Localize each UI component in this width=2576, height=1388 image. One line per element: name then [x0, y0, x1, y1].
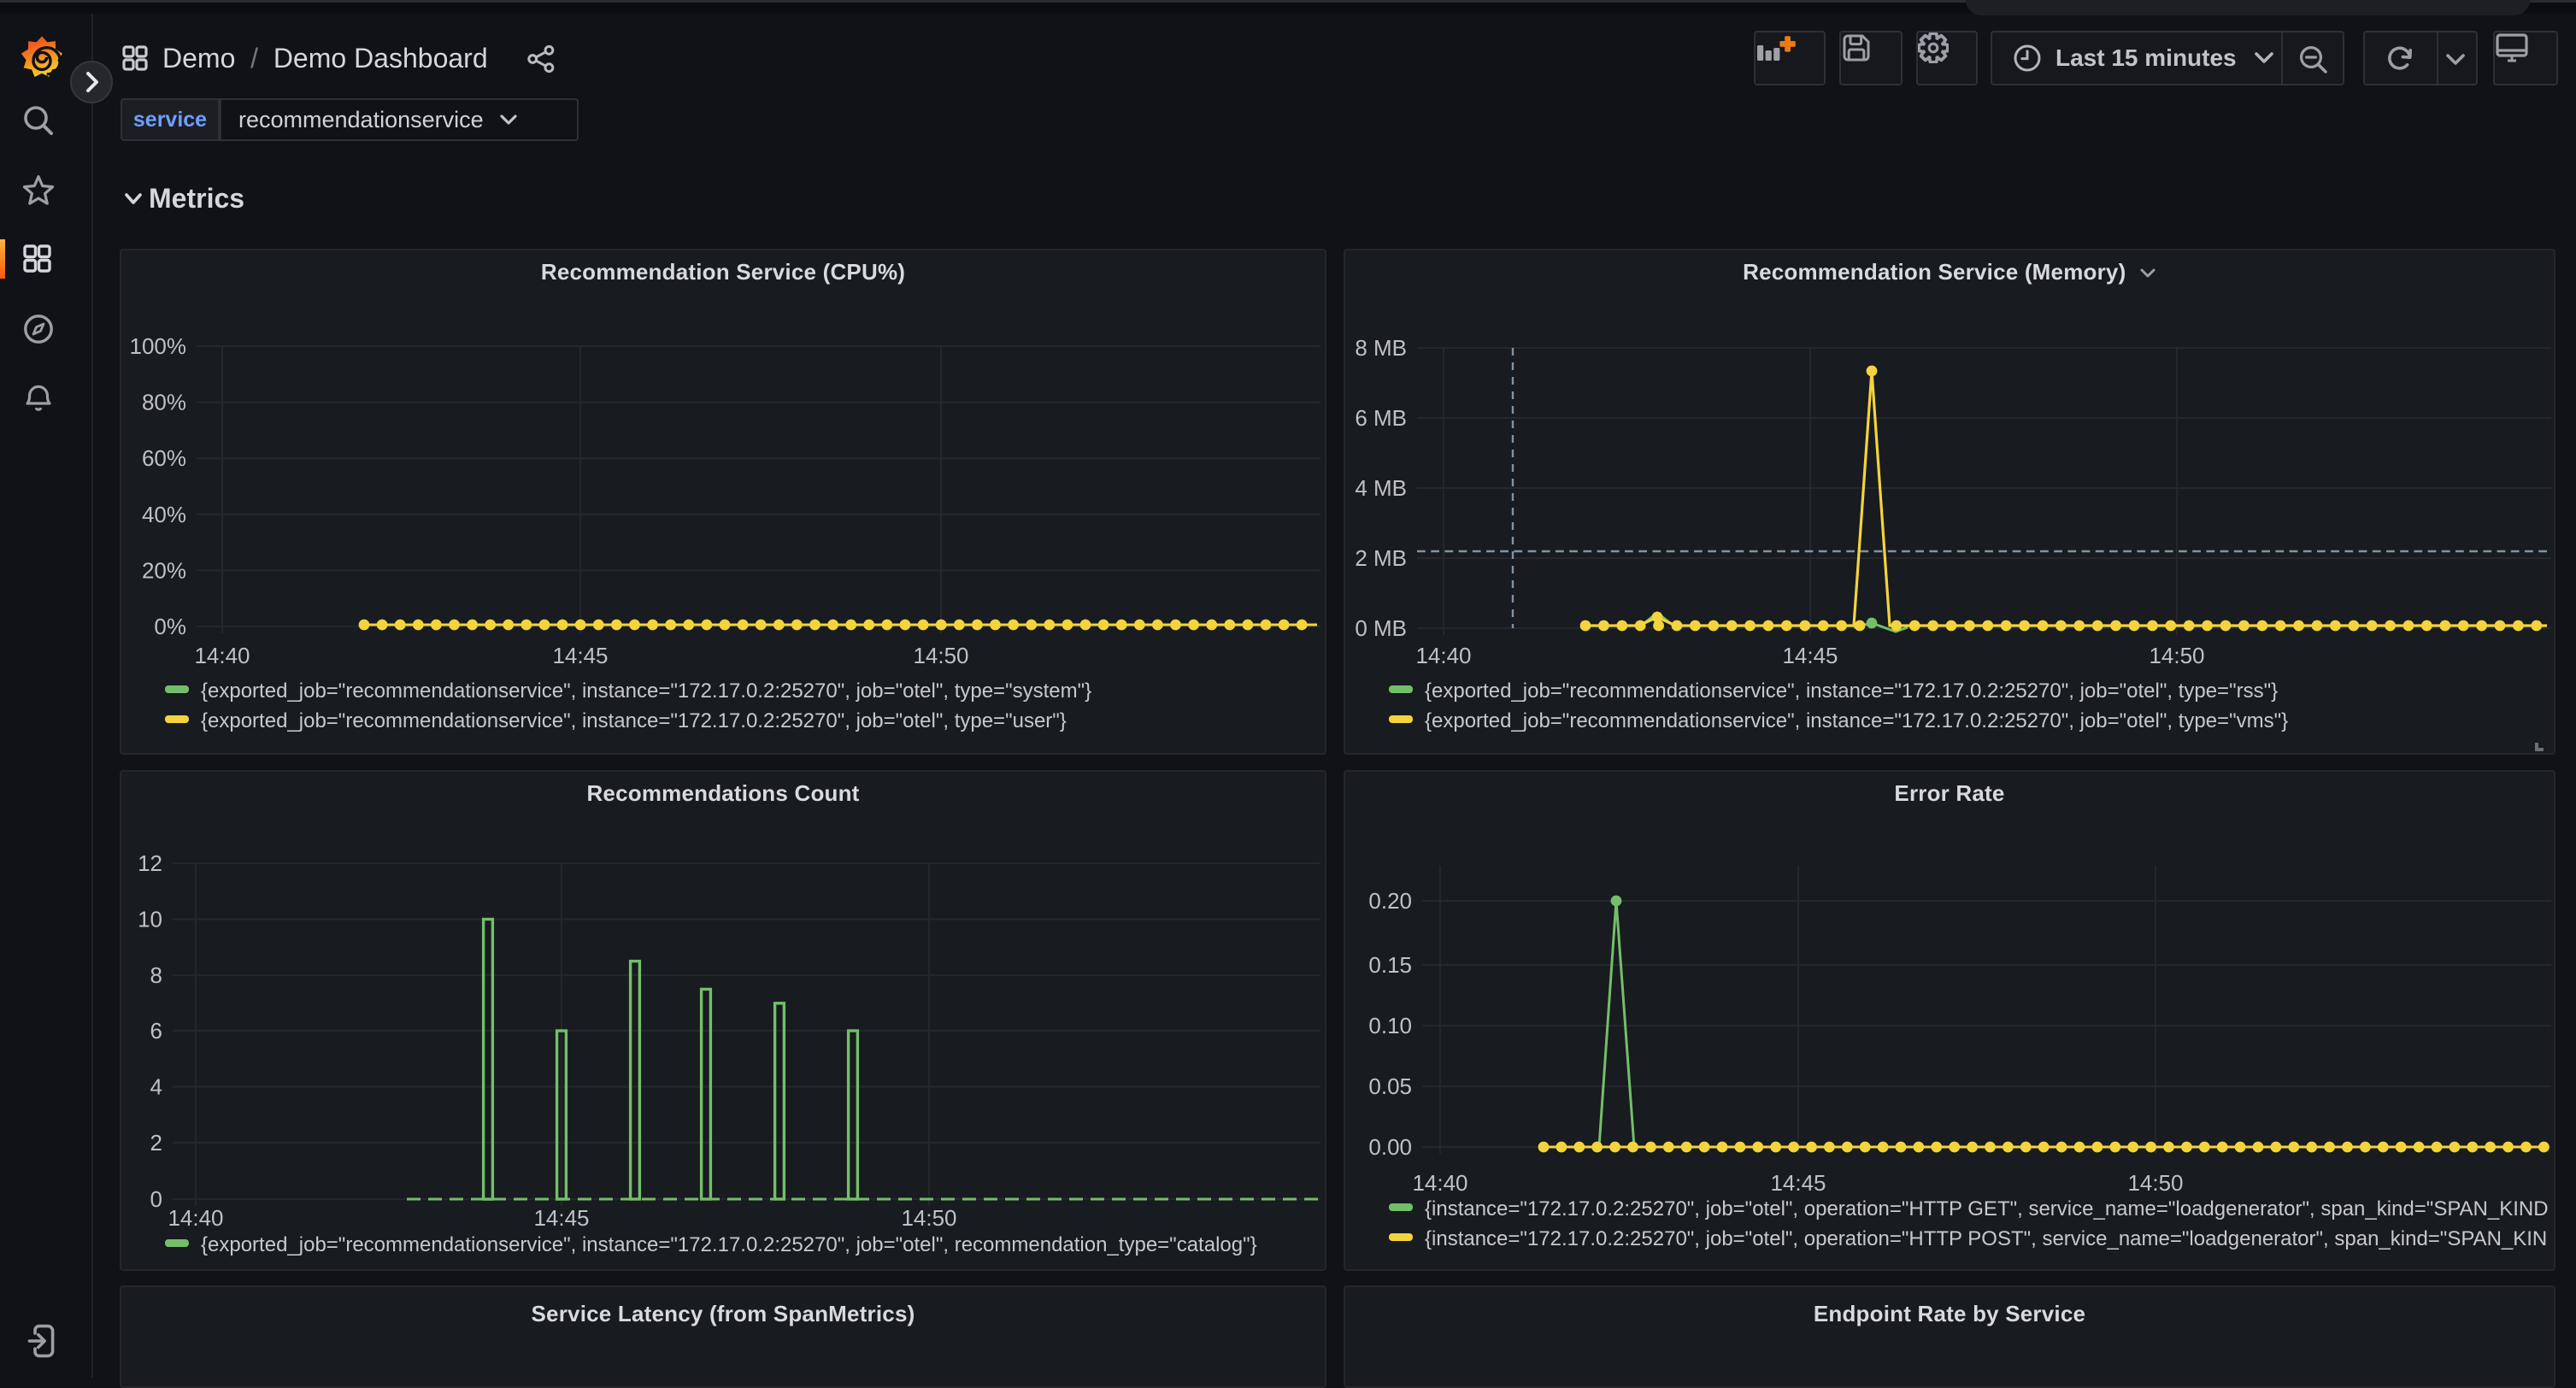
svg-text:0.05: 0.05	[1368, 1073, 1412, 1099]
svg-text:0.15: 0.15	[1368, 952, 1412, 978]
svg-text:14:45: 14:45	[533, 1205, 589, 1231]
svg-text:100%: 100%	[130, 333, 187, 359]
svg-text:20%: 20%	[142, 557, 186, 583]
svg-text:6 MB: 6 MB	[1355, 405, 1407, 431]
svg-text:0 MB: 0 MB	[1355, 615, 1407, 641]
svg-text:14:50: 14:50	[2127, 1170, 2183, 1196]
svg-text:14:50: 14:50	[2149, 643, 2204, 668]
svg-text:0.20: 0.20	[1368, 888, 1412, 914]
svg-text:14:40: 14:40	[1415, 643, 1471, 668]
svg-text:12: 12	[138, 850, 162, 876]
svg-text:14:45: 14:45	[1770, 1170, 1826, 1196]
svg-text:2 MB: 2 MB	[1355, 545, 1407, 571]
svg-text:4: 4	[150, 1074, 162, 1100]
svg-text:14:45: 14:45	[552, 643, 608, 668]
svg-text:14:45: 14:45	[1782, 643, 1838, 668]
svg-text:4 MB: 4 MB	[1355, 475, 1407, 501]
svg-text:0: 0	[150, 1186, 162, 1212]
svg-text:40%: 40%	[142, 502, 186, 527]
svg-text:6: 6	[150, 1018, 162, 1044]
svg-text:2: 2	[150, 1130, 162, 1156]
svg-text:8 MB: 8 MB	[1355, 335, 1407, 361]
svg-text:14:40: 14:40	[194, 643, 250, 668]
svg-text:14:50: 14:50	[913, 643, 968, 668]
svg-text:14:50: 14:50	[901, 1205, 956, 1231]
svg-text:8: 8	[150, 962, 162, 988]
svg-text:10: 10	[138, 907, 162, 932]
svg-text:0.10: 0.10	[1368, 1013, 1412, 1038]
svg-text:0.00: 0.00	[1368, 1134, 1412, 1160]
svg-text:14:40: 14:40	[1412, 1170, 1467, 1196]
svg-text:80%: 80%	[142, 390, 186, 415]
svg-text:0%: 0%	[154, 614, 186, 639]
svg-text:14:40: 14:40	[168, 1205, 223, 1231]
svg-text:60%: 60%	[142, 445, 186, 471]
